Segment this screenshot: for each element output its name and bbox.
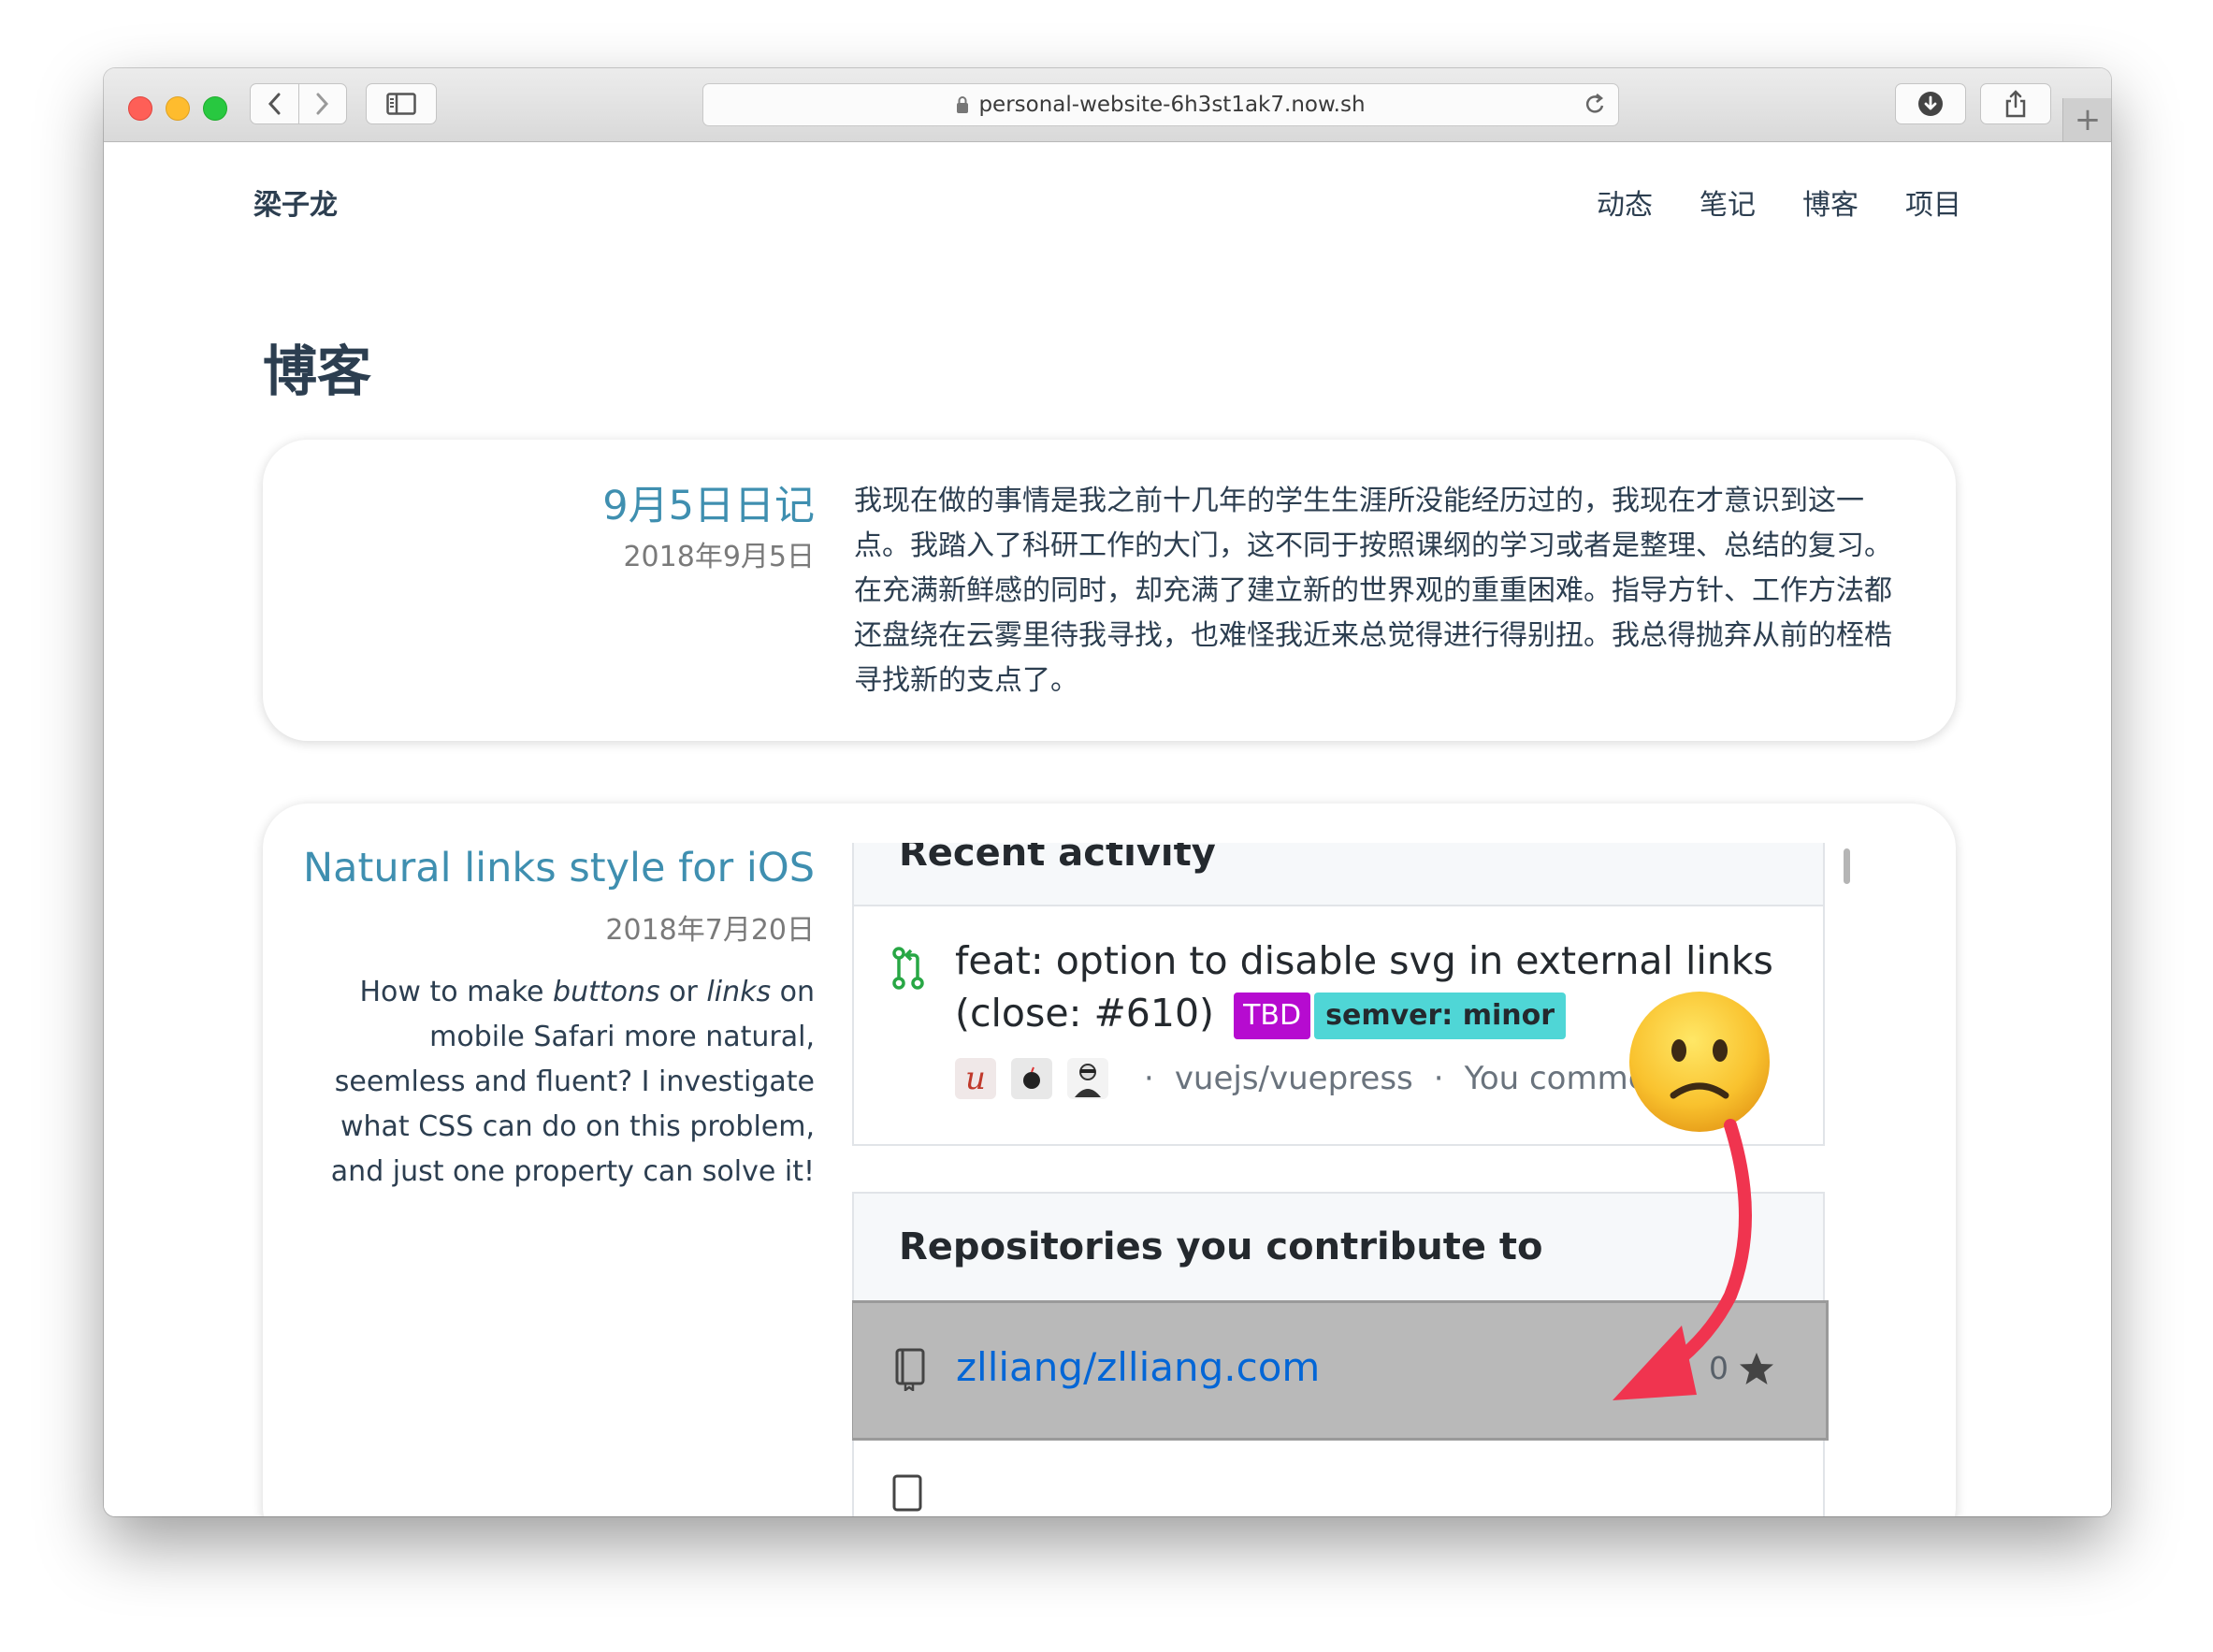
repo-reference: vuejs/vuepress (1174, 1060, 1413, 1097)
avatar (1011, 1058, 1052, 1099)
sidebar-icon (386, 93, 416, 115)
nav-item-blog[interactable]: 博客 (1802, 181, 1859, 223)
browser-toolbar: personal-website-6h3st1ak7.now.sh + (104, 68, 2111, 142)
site-title-link[interactable]: 梁子龙 (253, 181, 338, 223)
post-date: 2018年9月5日 (623, 541, 815, 573)
new-tab-button[interactable]: + (2062, 98, 2111, 141)
separator: · (1144, 1060, 1154, 1097)
chevron-right-icon (316, 93, 328, 115)
scrollbar-thumb (1844, 848, 1850, 884)
reload-icon[interactable] (1583, 92, 1607, 118)
activity-heading: Recent activity (899, 843, 1216, 875)
download-icon (1918, 92, 1943, 116)
post-title-link[interactable]: 9月5日日记 (602, 473, 815, 531)
page-title: 博客 (263, 340, 372, 403)
downloads-button[interactable] (1895, 83, 1966, 124)
zoom-window-button[interactable] (203, 96, 227, 121)
pull-request-icon (892, 947, 924, 990)
post-card[interactable]: 9月5日日记 2018年9月5日 我现在做的事情是我之前十几年的学生生涯所没能经… (263, 440, 1956, 741)
history-nav-group (250, 83, 347, 124)
nav-item-activity[interactable]: 动态 (1597, 181, 1653, 223)
repo-icon (895, 1348, 925, 1391)
share-button[interactable] (1980, 83, 2051, 124)
back-button[interactable] (251, 84, 298, 123)
forward-button[interactable] (297, 84, 347, 123)
avatar (1067, 1058, 1108, 1099)
avatar: u (955, 1058, 996, 1099)
share-icon (2005, 90, 2026, 118)
nav-item-projects[interactable]: 项目 (1905, 181, 1961, 223)
arrow-pointer-icon (1613, 1119, 1752, 1400)
web-page: 梁子龙 动态 笔记 博客 项目 博客 9月5日日记 2018年9月5日 我现在做… (104, 142, 2111, 1516)
post-excerpt: How to make buttons or links on mobile S… (330, 976, 815, 1188)
confused-face-icon (1629, 992, 1770, 1132)
post-date: 2018年7月20日 (605, 914, 815, 947)
sidebar-toggle-button[interactable] (366, 83, 437, 124)
activity-meta: u · vuejs/vuepress · You commented (955, 1058, 1720, 1099)
lock-icon (957, 96, 969, 113)
post-excerpt: 我现在做的事情是我之前十几年的学生生涯所没能经历过的，我现在才意识到这一点。我踏… (854, 485, 1892, 697)
chevron-left-icon (268, 93, 281, 115)
repositories-heading: Repositories you contribute to (899, 1225, 1543, 1268)
site-nav: 动态 笔记 博客 项目 (1597, 181, 1961, 223)
separator: · (1433, 1060, 1444, 1097)
url-text: personal-website-6h3st1ak7.now.sh (978, 93, 1366, 117)
address-bar[interactable]: personal-website-6h3st1ak7.now.sh (702, 83, 1619, 126)
post-title-link[interactable]: Natural links style for iOS (303, 845, 815, 891)
repo-icon (892, 1474, 922, 1512)
label-semver: semver: minor (1314, 993, 1567, 1039)
label-tbd: TBD (1234, 993, 1311, 1039)
browser-window: personal-website-6h3st1ak7.now.sh + 梁子龙 … (104, 68, 2111, 1516)
minimize-window-button[interactable] (166, 96, 190, 121)
nav-item-notes[interactable]: 笔记 (1700, 181, 1756, 223)
repo-link: zlliang/zlliang.com (956, 1344, 1321, 1390)
close-window-button[interactable] (128, 96, 152, 121)
